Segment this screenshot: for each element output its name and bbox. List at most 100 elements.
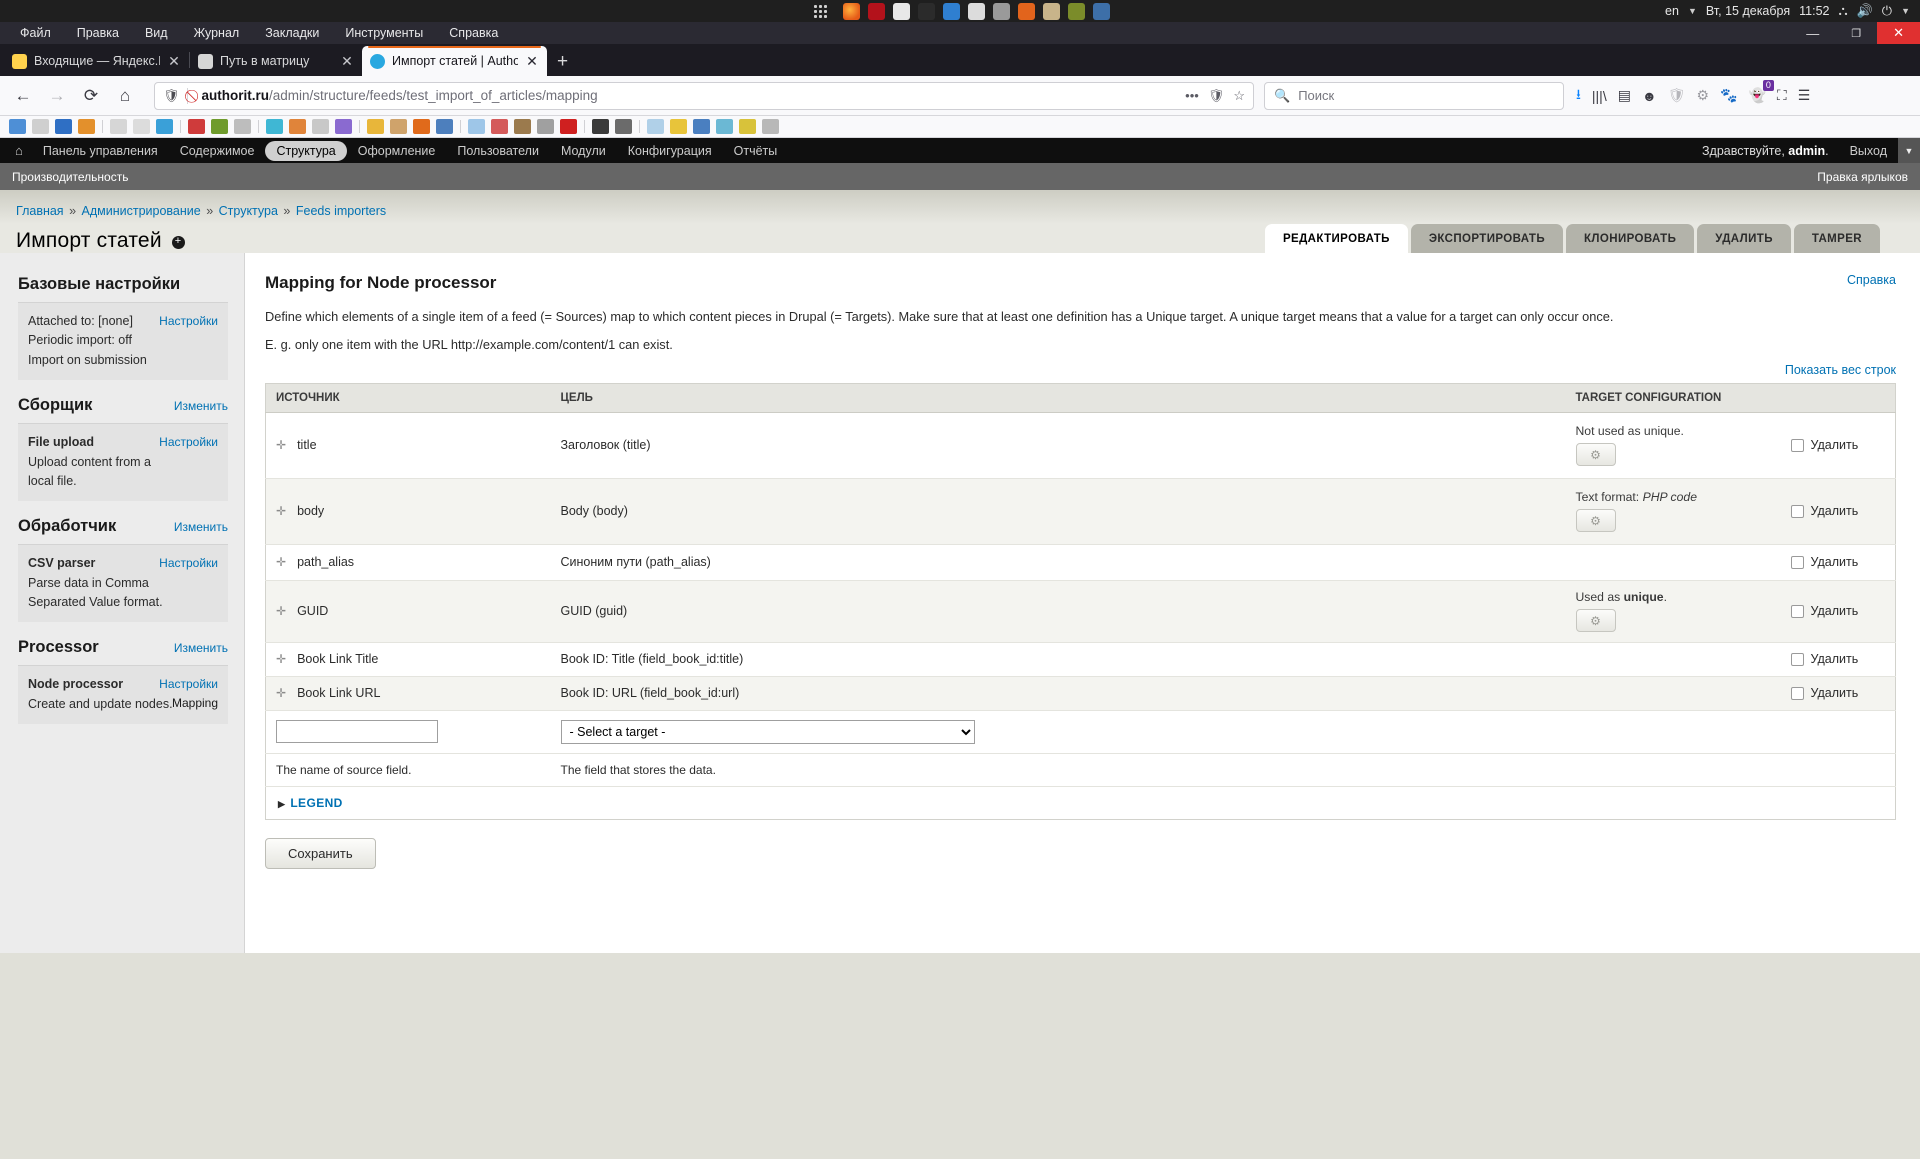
tab-close-icon[interactable]: ✕ xyxy=(340,53,354,70)
back-button[interactable]: ← xyxy=(8,81,38,111)
delete-checkbox[interactable] xyxy=(1790,504,1804,518)
screenshot-icon[interactable]: ⛶ xyxy=(1777,87,1787,104)
bookmark-star-icon[interactable]: ☆ xyxy=(1233,88,1245,104)
drag-handle-icon[interactable]: ✛ xyxy=(276,555,286,569)
fetcher-settings-link[interactable]: Настройки xyxy=(159,433,218,452)
delete-checkbox[interactable] xyxy=(1790,438,1804,452)
account-icon[interactable]: ☻ xyxy=(1642,88,1657,104)
bookmark-icon[interactable] xyxy=(670,119,687,134)
chevron-down-icon[interactable]: ▼ xyxy=(1688,6,1697,16)
bookmark-icon[interactable] xyxy=(9,119,26,134)
toolbar-item-structure[interactable]: Структура xyxy=(265,140,347,161)
menu-history[interactable]: Журнал xyxy=(182,24,252,42)
blue-cone-icon[interactable] xyxy=(943,2,960,20)
bookmark-icon[interactable] xyxy=(514,119,531,134)
delete-checkbox[interactable] xyxy=(1790,604,1804,618)
tab-close-icon[interactable]: ✕ xyxy=(525,53,539,70)
menu-bookmarks[interactable]: Закладки xyxy=(253,24,331,42)
tab-delete[interactable]: УДАЛИТЬ xyxy=(1697,224,1791,253)
basic-settings-settings-link[interactable]: Настройки xyxy=(159,312,218,331)
gear-icon[interactable]: ⚙ xyxy=(1696,87,1709,104)
bookmark-icon[interactable] xyxy=(716,119,733,134)
bookmark-icon[interactable] xyxy=(289,119,306,134)
android-studio-icon[interactable] xyxy=(1068,2,1085,20)
bookmark-icon[interactable] xyxy=(110,119,127,134)
delete-checkbox[interactable] xyxy=(1790,555,1804,569)
power-icon[interactable]: ⏻ xyxy=(1882,3,1892,19)
url-bar[interactable]: 🛡 ⃠ authorit.ru/admin/structure/feeds/te… xyxy=(154,81,1254,110)
toolbar-item-content[interactable]: Содержимое xyxy=(169,140,266,162)
os-time[interactable]: 11:52 xyxy=(1799,4,1829,18)
bookmark-icon[interactable] xyxy=(133,119,150,134)
bookmark-icon[interactable] xyxy=(560,119,577,134)
gimp-icon[interactable] xyxy=(918,2,935,20)
volume-icon[interactable]: 🔊 xyxy=(1857,3,1873,19)
bookmark-icon[interactable] xyxy=(693,119,710,134)
bookmark-icon[interactable] xyxy=(739,119,756,134)
new-target-select[interactable]: - Select a target - xyxy=(560,719,975,744)
target-configuration-gear-icon[interactable]: ⚙ xyxy=(1575,443,1616,467)
fetcher-change-link[interactable]: Изменить xyxy=(174,399,228,413)
bookmark-icon[interactable] xyxy=(266,119,283,134)
network-tools-icon[interactable] xyxy=(1093,2,1110,20)
page-actions-icon[interactable]: ••• xyxy=(1185,88,1199,104)
archive-icon[interactable] xyxy=(1043,2,1060,20)
bookmark-icon[interactable] xyxy=(468,119,485,134)
browser-tab-1[interactable]: Путь в матрицу ✕ xyxy=(190,46,362,76)
bookmark-icon[interactable] xyxy=(335,119,352,134)
processor-change-link[interactable]: Изменить xyxy=(174,641,228,655)
save-button[interactable]: Сохранить xyxy=(265,837,376,869)
shield-icon[interactable]: 🛡 xyxy=(163,88,180,104)
tab-edit[interactable]: РЕДАКТИРОВАТЬ xyxy=(1264,224,1408,253)
menu-file[interactable]: Файл xyxy=(8,24,63,42)
drag-handle-icon[interactable]: ✛ xyxy=(276,504,286,518)
bookmark-icon[interactable] xyxy=(436,119,453,134)
browser-tab-0[interactable]: Входящие — Яндекс.По ✕ xyxy=(4,46,189,76)
breadcrumb-item-home[interactable]: Главная xyxy=(16,204,64,218)
firefox-icon[interactable] xyxy=(843,2,860,20)
close-button[interactable]: ✕ xyxy=(1877,22,1920,44)
bookmark-icon[interactable] xyxy=(156,119,173,134)
new-source-input[interactable] xyxy=(276,720,438,744)
breadcrumb-item-feeds-importers[interactable]: Feeds importers xyxy=(296,204,386,218)
tab-close-icon[interactable]: ✕ xyxy=(167,53,181,70)
parser-change-link[interactable]: Изменить xyxy=(174,520,228,534)
parser-settings-link[interactable]: Настройки xyxy=(159,554,218,573)
legend-toggle[interactable]: ▶ LEGEND xyxy=(265,786,1896,820)
bookmark-icon[interactable] xyxy=(188,119,205,134)
bookmark-icon[interactable] xyxy=(390,119,407,134)
audacity-icon[interactable] xyxy=(1018,2,1035,20)
toolbar-item-configuration[interactable]: Конфигурация xyxy=(617,140,723,162)
shield-icon[interactable]: 🛡 xyxy=(1668,87,1686,104)
browser-tab-2[interactable]: Импорт статей | Authori ✕ xyxy=(362,46,547,76)
bookmark-icon[interactable] xyxy=(592,119,609,134)
edit-shortcuts-link[interactable]: Правка ярлыков xyxy=(1817,170,1908,184)
menu-view[interactable]: Вид xyxy=(133,24,180,42)
drag-handle-icon[interactable]: ✛ xyxy=(276,652,286,666)
bookmark-icon[interactable] xyxy=(367,119,384,134)
minimize-button[interactable]: — xyxy=(1790,23,1835,44)
bookmark-icon[interactable] xyxy=(762,119,779,134)
bookmark-icon[interactable] xyxy=(537,119,554,134)
library-icon[interactable]: |||\ xyxy=(1592,88,1607,104)
toolbar-item-reports[interactable]: Отчёты xyxy=(723,140,789,162)
os-date[interactable]: Вт, 15 декабря xyxy=(1706,4,1790,18)
reload-button[interactable]: ⟳ xyxy=(76,81,106,111)
keyboard-layout[interactable]: en xyxy=(1665,4,1679,18)
breadcrumb-item-structure[interactable]: Структура xyxy=(219,204,278,218)
tab-export[interactable]: ЭКСПОРТИРОВАТЬ xyxy=(1410,224,1564,253)
bookmark-icon[interactable] xyxy=(234,119,251,134)
bookmark-icon[interactable] xyxy=(78,119,95,134)
show-row-weights-link[interactable]: Показать вес строк xyxy=(1785,363,1896,377)
toolbar-item-appearance[interactable]: Оформление xyxy=(347,140,447,162)
add-shortcut-icon[interactable] xyxy=(171,235,185,249)
drag-handle-icon[interactable]: ✛ xyxy=(276,604,286,618)
network-icon[interactable]: ⛬ xyxy=(1838,3,1847,19)
bookmark-icon[interactable] xyxy=(32,119,49,134)
bookmark-icon[interactable] xyxy=(615,119,632,134)
target-configuration-gear-icon[interactable]: ⚙ xyxy=(1575,609,1616,633)
ghostery-icon[interactable]: 👻 0 xyxy=(1748,80,1774,104)
apps-grid-icon[interactable] xyxy=(812,3,828,19)
gnome-icon[interactable]: 🐾 xyxy=(1720,87,1737,104)
home-icon[interactable]: ⌂ xyxy=(6,139,32,162)
